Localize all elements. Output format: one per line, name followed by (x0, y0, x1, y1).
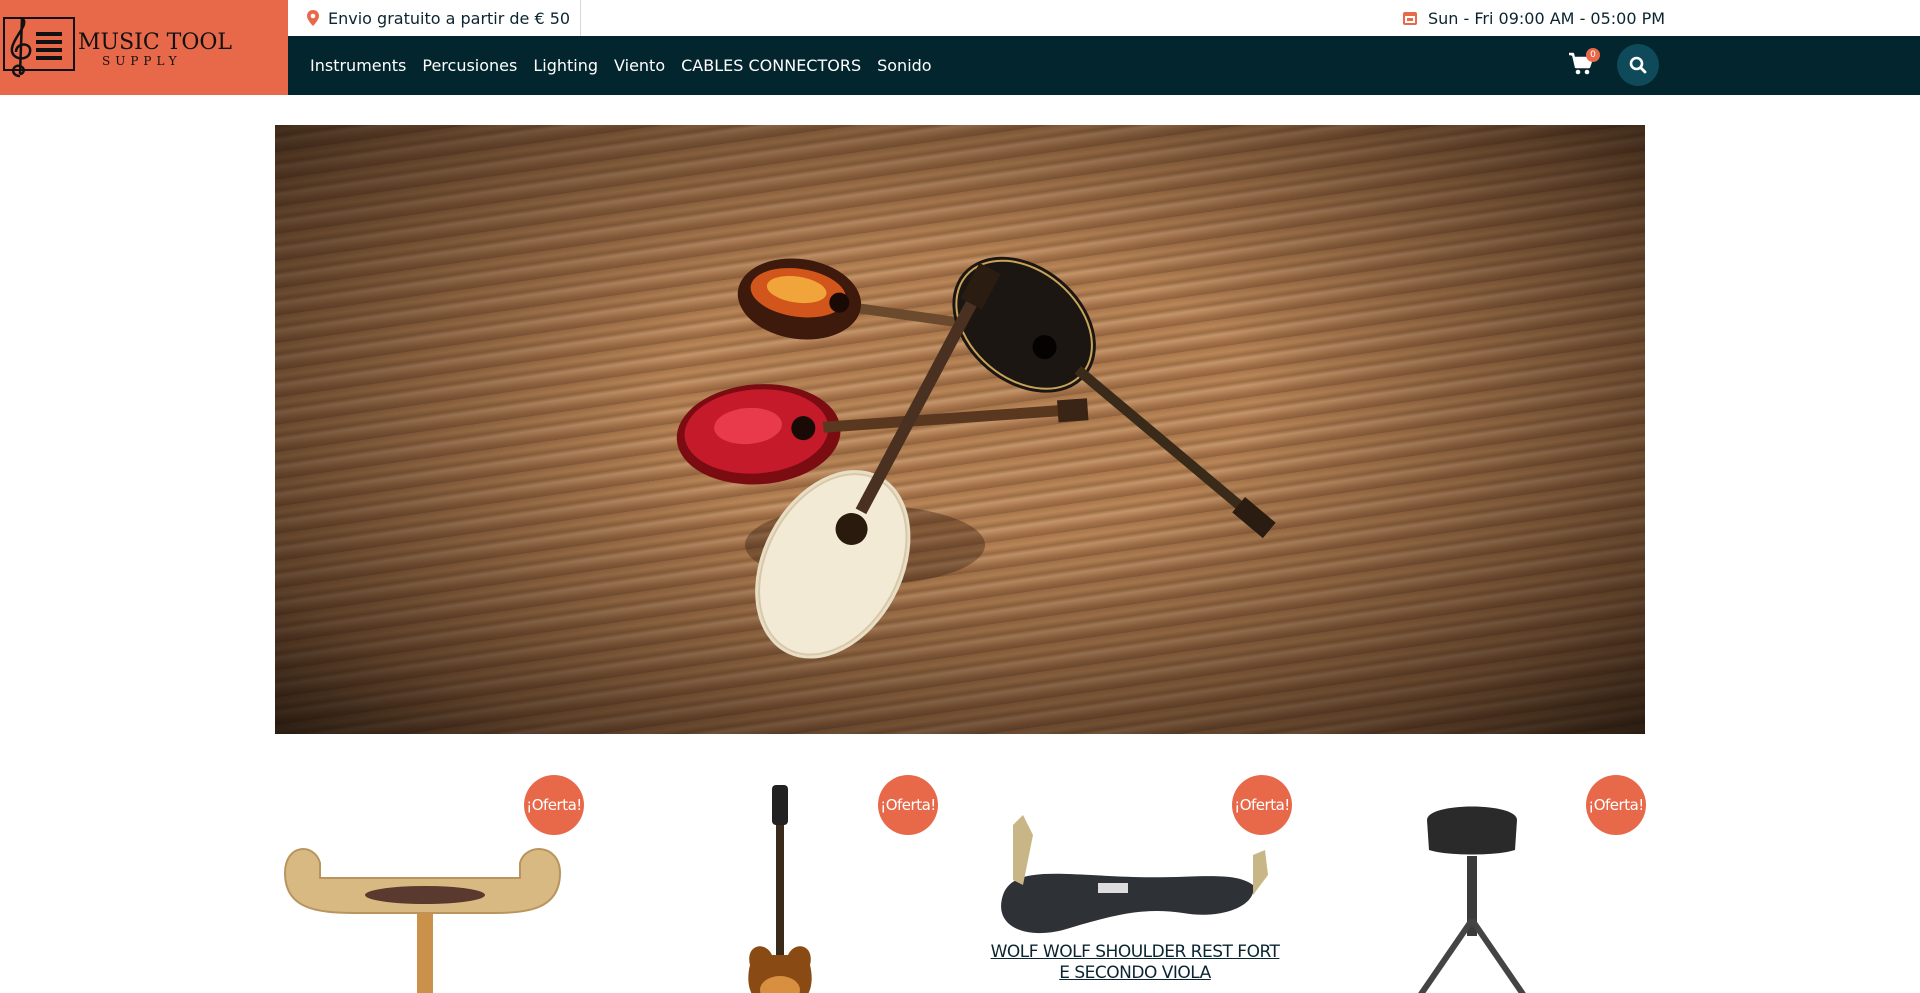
sale-badge: ¡Oferta! (878, 775, 938, 835)
nav-item-percusiones[interactable]: Percusiones (422, 56, 517, 75)
guitars-image (676, 256, 1276, 659)
shipping-text: Envio gratuito a partir de € 50 (328, 8, 571, 28)
product-image (283, 848, 562, 993)
nav-item-lighting[interactable]: Lighting (533, 56, 598, 75)
nav-item-cables-connectors[interactable]: CABLES CONNECTORS (681, 56, 861, 75)
logo-name: MUSIC TOOL (78, 30, 233, 55)
map-pin-icon (307, 10, 319, 26)
nav-menu: Instruments Percusiones Lighting Viento … (310, 36, 932, 95)
top-info-bar: Envio gratuito a partir de € 50 Sun - Fr… (288, 0, 1920, 36)
hours-text: Sun - Fri 09:00 AM - 05:00 PM (1428, 8, 1666, 28)
sale-badge: ¡Oferta! (524, 775, 584, 835)
product-title[interactable]: WOLF WOLF SHOULDER REST FORT E SECONDO V… (985, 942, 1285, 984)
nav-item-instruments[interactable]: Instruments (310, 56, 406, 75)
sale-badge: ¡Oferta! (1586, 775, 1646, 835)
product-card[interactable]: ¡Oferta! (1337, 770, 1657, 993)
calendar-icon (1403, 12, 1417, 25)
logo-subtitle: SUPPLY (102, 54, 182, 68)
search-button[interactable] (1617, 44, 1659, 86)
search-icon (1629, 56, 1647, 74)
shipping-info: Envio gratuito a partir de € 50 (306, 0, 582, 36)
hero-banner[interactable] (275, 125, 1645, 734)
nav-item-viento[interactable]: Viento (614, 56, 665, 75)
sale-badge: ¡Oferta! (1232, 775, 1292, 835)
main-navigation: Instruments Percusiones Lighting Viento … (288, 36, 1920, 95)
product-image (748, 785, 812, 993)
treble-clef-staff-icon (3, 17, 75, 78)
product-card[interactable]: ¡Oferta! (275, 770, 595, 993)
product-image (1418, 806, 1526, 993)
product-card[interactable]: ¡Oferta! (629, 770, 949, 993)
hours-info: Sun - Fri 09:00 AM - 05:00 PM (1402, 0, 1665, 36)
cart-count-badge: 0 (1586, 48, 1600, 62)
nav-item-sonido[interactable]: Sonido (877, 56, 931, 75)
logo[interactable]: MUSIC TOOL SUPPLY (2, 14, 232, 80)
logo-block[interactable]: MUSIC TOOL SUPPLY (0, 0, 288, 95)
